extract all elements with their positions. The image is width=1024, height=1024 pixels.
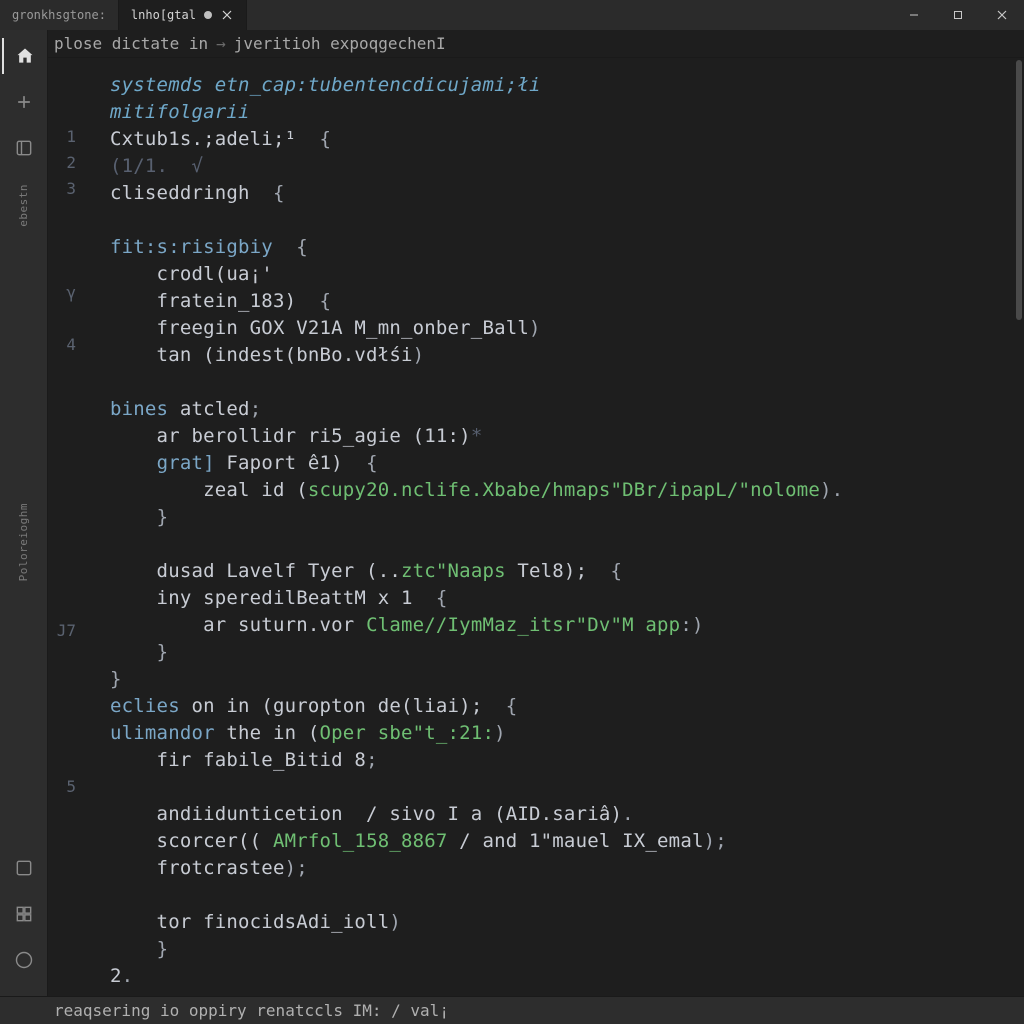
maximize-button[interactable] (936, 0, 980, 30)
activity-bar: ebestn Poloreioghm (0, 30, 48, 1024)
title-bar: gronkhsgtone: lnho[gtal (0, 0, 1024, 30)
tab-group: gronkhsgtone: lnho[gtal (0, 0, 247, 30)
close-icon[interactable] (220, 8, 234, 22)
tab-active[interactable]: lnho[gtal (119, 0, 247, 30)
panel-icon[interactable] (2, 130, 46, 166)
side-label: ebestn (17, 184, 30, 227)
close-button[interactable] (980, 0, 1024, 30)
plus-icon[interactable] (2, 84, 46, 120)
window-controls (892, 0, 1024, 30)
grid-icon[interactable] (2, 896, 46, 932)
editor: 123γ4J752. systemds etn_cap:tubentencdic… (48, 58, 1024, 996)
outline-icon[interactable] (2, 850, 46, 886)
chevron-right-icon: → (216, 34, 226, 53)
status-bar: reaqsering io oppiry renatccls IM: / val… (0, 996, 1024, 1024)
code-area[interactable]: systemds etn_cap:tubentencdicujami;łimit… (82, 58, 1014, 990)
line-gutter: 123γ4J752. (48, 58, 82, 996)
breadcrumb: plose dictate in → jveritioh expoqgechen… (0, 30, 1024, 58)
help-icon[interactable] (2, 942, 46, 978)
tab-inactive[interactable]: gronkhsgtone: (0, 0, 119, 30)
side-label: Poloreioghm (17, 503, 30, 581)
home-icon[interactable] (2, 38, 46, 74)
breadcrumb-seg[interactable]: jveritioh expoqgechenI (234, 34, 446, 53)
tab-label: gronkhsgtone: (12, 8, 106, 22)
breadcrumb-seg[interactable]: plose dictate in (54, 34, 208, 53)
status-text: reaqsering io oppiry renatccls IM: / val… (54, 1001, 449, 1020)
minimize-button[interactable] (892, 0, 936, 30)
tab-label: lnho[gtal (131, 8, 196, 22)
scrollbar[interactable] (1016, 60, 1022, 320)
modified-dot-icon (204, 11, 212, 19)
